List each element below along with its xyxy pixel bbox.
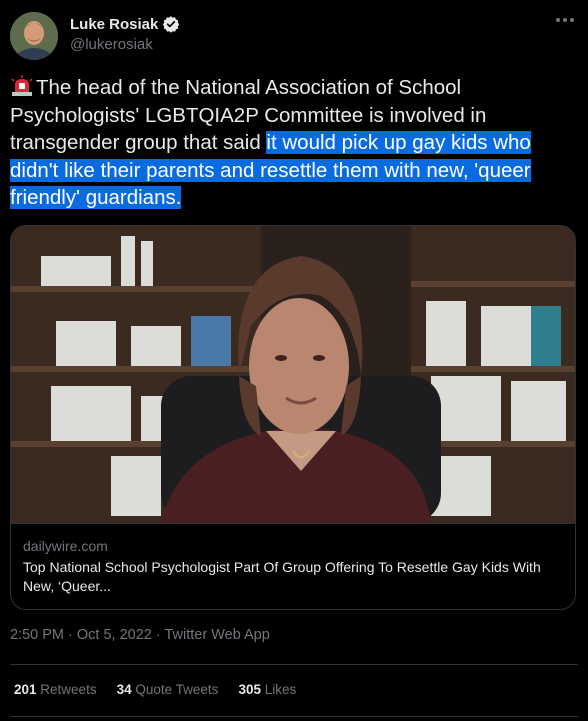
avatar[interactable] [10,12,58,60]
divider [10,664,578,665]
author-name[interactable]: Luke Rosiak [70,16,158,33]
verified-badge-icon [163,16,180,33]
quote-tweet-count: 34 [116,682,132,697]
stat-likes[interactable]: 305 Likes [238,682,296,697]
link-card-domain: dailywire.com [23,538,108,554]
retweet-label: Retweets [40,682,97,697]
stat-retweets[interactable]: 201 Retweets [14,682,97,697]
link-card-title[interactable]: Top National School Psychologist Part Of… [23,558,563,596]
rotating-light-icon [11,75,33,96]
author-handle[interactable]: @lukerosiak [70,36,153,53]
tweet-stats: 201 Retweets 34 Quote Tweets 305 Likes [14,682,296,697]
stat-quote-tweets[interactable]: 34 Quote Tweets [117,682,219,697]
retweet-count: 201 [14,682,37,697]
like-count: 305 [238,682,261,697]
more-options-icon[interactable] [556,18,574,22]
tweet-text: The head of the National Association of … [10,74,578,212]
link-card-image[interactable] [11,226,575,523]
divider [10,716,578,717]
quote-tweet-label: Quote Tweets [135,682,219,697]
link-card[interactable]: dailywire.com Top National School Psycho… [10,225,576,610]
tweet-header: Luke Rosiak @lukerosiak [10,12,578,62]
like-label: Likes [264,682,297,697]
link-card-meta[interactable]: dailywire.com Top National School Psycho… [11,523,575,609]
tweet-timestamp[interactable]: 2:50 PM · Oct 5, 2022 · Twitter Web App [10,627,270,643]
